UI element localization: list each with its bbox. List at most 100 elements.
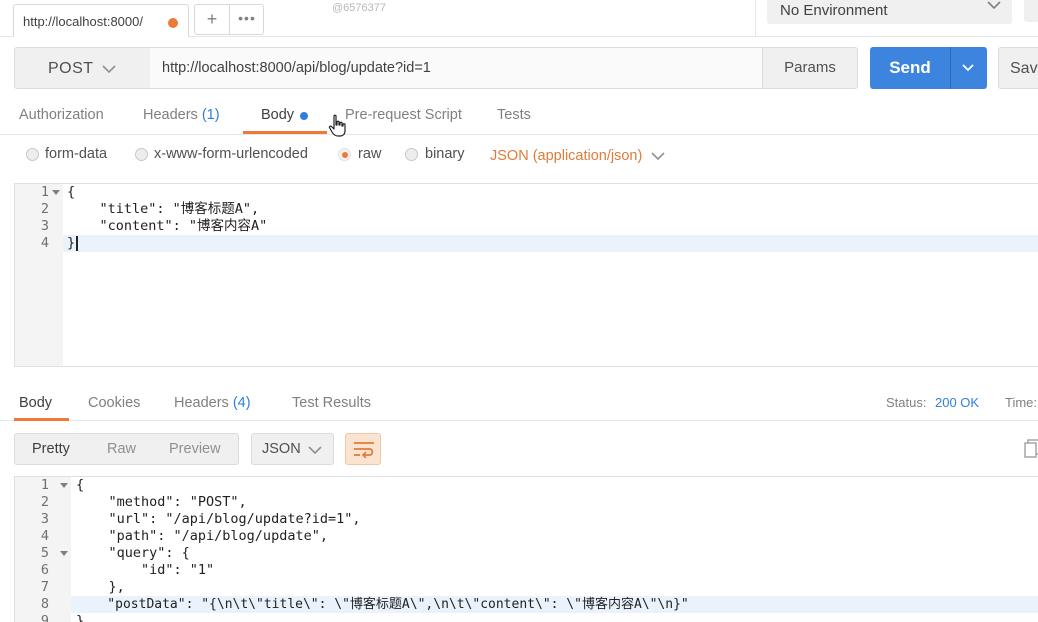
time-label: Time:	[1005, 395, 1038, 410]
line-number: 3	[40, 511, 49, 527]
request-body-editor[interactable]: 1 2 3 4 { "title": "博客标题A", "content": "…	[14, 183, 1038, 367]
fold-arrow-icon[interactable]	[60, 483, 68, 489]
active-line-highlight	[63, 235, 1038, 252]
code-line: "query": {	[76, 545, 190, 561]
new-tab-button[interactable]: +	[195, 5, 230, 34]
line-number: 8	[40, 596, 49, 612]
code-line: },	[76, 579, 125, 595]
line-number: 2	[40, 201, 49, 217]
method-select[interactable]: POST	[14, 47, 151, 89]
code-line: "content": "博客内容A"	[67, 218, 268, 234]
fold-arrow-icon[interactable]	[60, 551, 68, 557]
tab-cookies[interactable]: Cookies	[88, 395, 140, 411]
code-line: }	[67, 235, 76, 251]
environment-label: No Environment	[780, 2, 888, 19]
body-modified-dot-icon	[300, 112, 308, 120]
chevron-down-icon	[308, 446, 322, 455]
radio-raw[interactable]	[338, 148, 351, 161]
code-line: "title": "博客标题A",	[67, 201, 260, 217]
content-type-select[interactable]: JSON (application/json)	[490, 148, 642, 164]
format-label: JSON	[262, 441, 301, 457]
wrap-lines-icon	[354, 442, 374, 458]
form-data-label[interactable]: form-data	[45, 146, 107, 162]
params-button[interactable]: Params	[762, 47, 858, 89]
line-number: 9	[40, 613, 49, 622]
view-preview[interactable]: Preview	[169, 441, 221, 457]
line-number: 3	[40, 218, 49, 234]
format-select[interactable]: JSON	[251, 433, 334, 465]
tab-authorization[interactable]: Authorization	[19, 107, 104, 123]
radio-form-data[interactable]	[26, 148, 39, 161]
code-line: "url": "/api/blog/update?id=1",	[76, 511, 361, 527]
code-line: "postData": "{\n\t\"title\": \"博客标题A\",\…	[76, 597, 689, 612]
response-view-toggle: Pretty Raw Preview	[14, 433, 239, 465]
code-line: {	[76, 477, 85, 493]
url-text: http://localhost:8000/api/blog/update?id…	[162, 60, 431, 76]
fold-arrow-icon[interactable]	[52, 190, 60, 196]
line-number: 1	[40, 184, 49, 200]
code-line: "id": "1"	[76, 562, 215, 578]
tab-actions: + •••	[194, 4, 264, 35]
body-mode-selector: form-data x-www-form-urlencoded raw bina…	[0, 140, 1038, 170]
copy-icon[interactable]	[1024, 439, 1038, 459]
chevron-down-icon	[987, 1, 1001, 10]
line-number: 2	[40, 494, 49, 510]
text-caret	[76, 236, 78, 251]
radio-binary[interactable]	[405, 148, 418, 161]
more-tabs-button[interactable]: •••	[230, 5, 264, 34]
url-input[interactable]: http://localhost:8000/api/blog/update?id…	[150, 47, 763, 89]
line-number: 1	[40, 477, 49, 493]
unsaved-dot-icon	[168, 18, 178, 28]
tab-tests[interactable]: Tests	[497, 107, 531, 123]
divider	[950, 47, 951, 89]
tab-response-headers-label: Headers	[174, 395, 229, 411]
divider	[755, 0, 756, 37]
method-label: POST	[48, 60, 94, 77]
chevron-down-icon[interactable]	[651, 150, 665, 162]
send-button[interactable]: Send	[870, 47, 987, 89]
tab-test-results[interactable]: Test Results	[292, 395, 371, 411]
line-number: 4	[40, 235, 49, 251]
wrap-lines-button[interactable]	[345, 433, 381, 465]
line-number: 4	[40, 528, 49, 544]
hand-cursor-icon	[328, 114, 346, 137]
view-pretty[interactable]: Pretty	[32, 441, 70, 457]
environment-quick-look-button[interactable]	[1024, 0, 1038, 22]
view-raw[interactable]: Raw	[107, 441, 136, 457]
tab-response-headers[interactable]: Headers (4)	[174, 395, 251, 411]
tab-prerequest-script[interactable]: Pre-request Script	[345, 107, 462, 123]
status-label: Status:	[886, 395, 927, 410]
active-tab-indicator	[14, 418, 69, 421]
request-tab[interactable]: http://localhost:8000/	[13, 4, 189, 37]
headers-count: (1)	[201, 107, 220, 123]
urlencoded-label[interactable]: x-www-form-urlencoded	[154, 146, 308, 162]
save-label: Save	[1010, 60, 1038, 77]
tab-response-body[interactable]: Body	[19, 395, 52, 411]
send-label: Send	[889, 58, 931, 77]
watermark: @6576377	[332, 2, 386, 14]
response-tabs: Body Cookies Headers (4) Test Results St…	[0, 384, 1038, 421]
tab-body[interactable]: Body	[261, 107, 294, 123]
chevron-down-icon	[102, 65, 116, 74]
status-value: 200 OK	[935, 395, 980, 410]
response-body-viewer[interactable]: 1 2 3 4 5 6 7 8 9 { "method": "POST", "u…	[14, 476, 1038, 622]
code-line: }	[76, 613, 85, 622]
tab-bar: http://localhost:8000/ + ••• @6576377 No…	[0, 0, 1038, 37]
code-line: {	[67, 184, 76, 200]
code-line: "method": "POST",	[76, 494, 247, 510]
line-number: 6	[40, 562, 49, 578]
save-button[interactable]: Save	[998, 47, 1038, 89]
code-line: "path": "/api/blog/update",	[76, 528, 328, 544]
line-number: 5	[40, 545, 49, 561]
request-tabs: Authorization Headers (1) Body Pre-reque…	[0, 100, 1038, 135]
response-headers-count: (4)	[232, 395, 251, 411]
raw-label[interactable]: raw	[358, 146, 381, 162]
radio-urlencoded[interactable]	[135, 148, 148, 161]
chevron-down-icon[interactable]	[960, 61, 976, 75]
tab-headers[interactable]: Headers (1)	[143, 107, 220, 123]
request-tab-title: http://localhost:8000/	[23, 14, 143, 29]
tab-headers-label: Headers	[143, 107, 198, 123]
environment-select[interactable]: No Environment	[767, 0, 1012, 24]
binary-label[interactable]: binary	[425, 146, 465, 162]
line-number: 7	[40, 579, 49, 595]
